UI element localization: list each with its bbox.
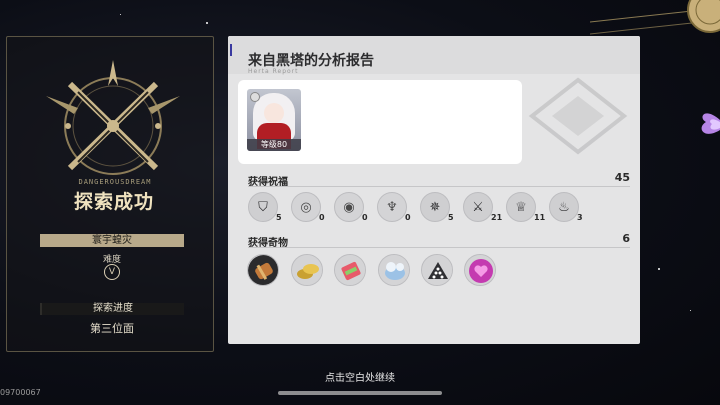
progress-value: 第三位面 bbox=[90, 322, 134, 335]
element-badge-icon bbox=[250, 92, 260, 102]
difficulty-icon: V bbox=[104, 264, 120, 280]
continue-hint[interactable]: 点击空白处继续 bbox=[0, 369, 720, 384]
portrait-face bbox=[264, 103, 284, 123]
destruction-icon[interactable]: ⚔ bbox=[463, 192, 493, 222]
report-subtitle: Herta Report bbox=[248, 68, 299, 75]
coins-curio-icon[interactable] bbox=[291, 254, 323, 286]
blessing-count: 0 bbox=[362, 213, 368, 222]
report-title: 来自黑塔的分析报告 bbox=[248, 53, 374, 69]
world-name-bar: 寰宇蝗灾 bbox=[40, 234, 184, 247]
herta-watermark-icon bbox=[528, 77, 628, 155]
analysis-report-panel: 来自黑塔的分析报告 Herta Report 等级80 获得祝福 45 ⛉ 5 … bbox=[228, 36, 640, 344]
background-star bbox=[690, 310, 691, 311]
blessing-count: 3 bbox=[577, 213, 583, 222]
hunt-icon[interactable]: ✵ bbox=[420, 192, 450, 222]
scroll-curio-icon[interactable] bbox=[247, 254, 279, 286]
creature-curio-icon[interactable] bbox=[378, 254, 410, 286]
dice-curio-icon[interactable] bbox=[421, 254, 453, 286]
progress-label: 探索进度 bbox=[40, 303, 184, 315]
blessing-count: 5 bbox=[448, 213, 454, 222]
character-level: 等级80 bbox=[247, 139, 301, 151]
remembrance-icon[interactable]: ◎ bbox=[291, 192, 321, 222]
crossed-swords-emblem bbox=[46, 60, 180, 175]
blessing-count: 0 bbox=[319, 213, 325, 222]
home-indicator-bar bbox=[278, 391, 442, 395]
curios-divider bbox=[248, 247, 630, 248]
character-card[interactable]: 等级80 bbox=[238, 80, 522, 164]
blessings-divider bbox=[248, 186, 630, 187]
result-title: 探索成功 bbox=[73, 191, 154, 213]
background-star bbox=[206, 22, 208, 24]
heart-curio-icon[interactable] bbox=[464, 254, 496, 286]
uid-label: 09700067 bbox=[0, 388, 41, 397]
blessing-count: 5 bbox=[276, 213, 282, 222]
ticket-curio-icon[interactable] bbox=[334, 254, 366, 286]
background-star bbox=[120, 14, 121, 15]
blessing-count: 11 bbox=[534, 213, 546, 222]
emblem-caption: DANGEROUSDREAM bbox=[78, 178, 152, 186]
background-star bbox=[658, 268, 660, 270]
propagation-icon[interactable]: ♨ bbox=[549, 192, 579, 222]
character-portrait[interactable]: 等级80 bbox=[247, 89, 301, 151]
curios-count: 6 bbox=[622, 232, 630, 245]
flower-icon bbox=[701, 113, 720, 134]
blessings-count: 45 bbox=[614, 171, 630, 184]
blessing-count: 21 bbox=[491, 213, 503, 222]
title-accent bbox=[230, 44, 232, 56]
preservation-icon[interactable]: ⛉ bbox=[248, 192, 278, 222]
nihility-icon[interactable]: ◉ bbox=[334, 192, 364, 222]
elation-icon[interactable]: ♕ bbox=[506, 192, 536, 222]
blessing-count: 0 bbox=[405, 213, 411, 222]
abundance-icon[interactable]: ♆ bbox=[377, 192, 407, 222]
header-seal-decoration bbox=[590, 0, 720, 35]
